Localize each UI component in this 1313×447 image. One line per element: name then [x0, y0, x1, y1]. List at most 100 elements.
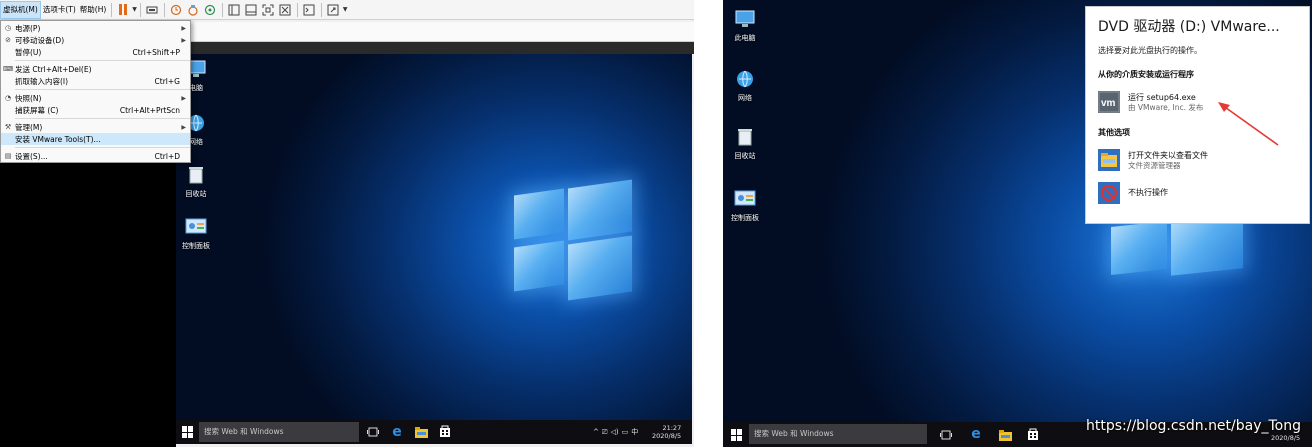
- snapshot-revert-icon[interactable]: [186, 3, 201, 17]
- console-view-icon[interactable]: [302, 3, 317, 17]
- view-thumbnail-icon[interactable]: [244, 3, 259, 17]
- desktop-icon-label: 控制面板: [182, 242, 210, 250]
- edge-browser-icon[interactable]: e: [390, 424, 404, 440]
- annotation-arrow-icon: [1218, 102, 1279, 146]
- menu-item-capture-screen[interactable]: 捕获屏幕 (C) Ctrl+Alt+PrtScn: [1, 104, 190, 116]
- section-install-heading: 从你的介质安装或运行程序: [1098, 70, 1194, 79]
- desktop-icon-label: 回收站: [185, 190, 207, 198]
- menu-help[interactable]: 帮助(H): [78, 1, 109, 19]
- recycle-bin-icon: [734, 126, 756, 148]
- menu-item-shortcut: Ctrl+G: [154, 76, 180, 86]
- menu-item-install-vmware-tools[interactable]: 安装 VMware Tools(T)...: [1, 133, 190, 145]
- taskbar-clock[interactable]: 21:27 2020/8/5: [652, 424, 681, 440]
- menu-item-settings[interactable]: ▤ 设置(S)... Ctrl+D: [1, 150, 190, 162]
- task-view-icon[interactable]: [366, 425, 380, 439]
- desktop-icon-recycle-bin[interactable]: 回收站: [725, 126, 765, 161]
- guest-desktop[interactable]: 电脑 网络 回收站 控制面板: [176, 54, 692, 420]
- computer-icon: [734, 8, 756, 30]
- menu-tabs[interactable]: 选项卡(T): [41, 1, 78, 19]
- recycle-bin-icon: [185, 164, 207, 186]
- unity-mode-icon[interactable]: [278, 3, 293, 17]
- menu-item-grab-input[interactable]: 抓取输入内容(I) Ctrl+G: [1, 75, 190, 87]
- volume-icon[interactable]: ◁): [610, 428, 618, 436]
- removable-devices-icon: ⊘: [5, 36, 11, 44]
- autoplay-title: DVD 驱动器 (D:) VMware...: [1098, 19, 1280, 35]
- vmware-icon: vm: [1098, 91, 1120, 113]
- file-explorer-icon: [1098, 149, 1120, 171]
- desktop-icon-label: 回收站: [734, 152, 756, 160]
- option-run-publisher: 由 VMware, Inc. 发布: [1128, 103, 1204, 112]
- network-icon: [734, 68, 756, 90]
- menu-separator: [15, 89, 190, 90]
- store-icon[interactable]: [1026, 427, 1040, 441]
- guest-screen-autoplay: 此电脑 网络 回收站 控制面板 DVD 驱动器 (D:) VMware... 选…: [723, 0, 1312, 447]
- menu-item-manage[interactable]: ⚒ 管理(M) ▶: [1, 121, 190, 133]
- vm-tab-strip: [190, 22, 694, 42]
- menu-item-shortcut: Ctrl+D: [154, 151, 180, 161]
- taskbar-clock[interactable]: 2020/8/5: [1271, 434, 1300, 442]
- desktop-icon-control-panel[interactable]: 控制面板: [725, 188, 765, 223]
- snapshot-icon: ◔: [4, 94, 12, 102]
- control-panel-icon: [734, 188, 756, 210]
- menu-item-send-ctrl-alt-del[interactable]: ⌨ 发送 Ctrl+Alt+Del(E): [1, 63, 190, 75]
- menu-separator: [15, 147, 190, 148]
- tray-chevron-icon[interactable]: ^: [593, 428, 599, 436]
- menu-item-power[interactable]: ◷ 电源(P) ▶: [1, 22, 190, 34]
- submenu-arrow-icon: ▶: [181, 36, 186, 44]
- full-screen-icon[interactable]: [261, 3, 276, 17]
- ime-indicator[interactable]: 中: [631, 427, 638, 437]
- vmware-window: 虚拟机(M) 选项卡(T) 帮助(H) ▼ ▼ 电脑 网络 回收站 控制面板 搜…: [0, 0, 694, 447]
- file-explorer-icon[interactable]: [414, 425, 428, 439]
- desktop-icon-label: 此电脑: [734, 34, 756, 42]
- edge-browser-icon[interactable]: e: [969, 426, 983, 442]
- toolbar-divider: [320, 2, 322, 17]
- desktop-icon-label: 电脑: [189, 84, 203, 92]
- menu-item-label: 可移动设备(D): [15, 35, 65, 45]
- pause-icon[interactable]: [116, 3, 130, 17]
- desktop-icon-recycle-bin[interactable]: 回收站: [176, 164, 216, 199]
- send-ctrl-alt-del-icon[interactable]: [145, 3, 160, 17]
- vm-dropdown-menu: ◷ 电源(P) ▶ ⊘ 可移动设备(D) ▶ 暂停(U) Ctrl+Shift+…: [0, 20, 191, 163]
- guest-desktop[interactable]: 此电脑 网络 回收站 控制面板 DVD 驱动器 (D:) VMware... 选…: [723, 0, 1312, 422]
- store-icon[interactable]: [438, 424, 452, 438]
- start-button-icon[interactable]: [731, 429, 743, 441]
- file-explorer-icon[interactable]: [998, 428, 1012, 442]
- menu-item-label: 发送 Ctrl+Alt+Del(E): [15, 64, 92, 74]
- desktop-icon-label: 网络: [738, 94, 752, 102]
- send-keys-icon: ⌨: [2, 65, 14, 73]
- settings-icon: ▤: [4, 152, 12, 160]
- menu-vm[interactable]: 虚拟机(M): [0, 0, 41, 19]
- desktop-icon-label: 网络: [189, 138, 203, 146]
- snapshot-manager-icon[interactable]: [203, 3, 218, 17]
- autoplay-subtitle: 选择要对此光盘执行的操作。: [1098, 46, 1202, 55]
- desktop-icon-this-pc[interactable]: 此电脑: [725, 8, 765, 43]
- toolbar-divider: [163, 2, 165, 17]
- task-view-icon[interactable]: [939, 428, 953, 442]
- menu-item-snapshot[interactable]: ◔ 快照(N) ▶: [1, 92, 190, 104]
- desktop-icon-control-panel[interactable]: 控制面板: [176, 216, 216, 251]
- autoplay-dialog: DVD 驱动器 (D:) VMware... 选择要对此光盘执行的操作。 从你的…: [1085, 6, 1310, 224]
- desktop-icon-label: 控制面板: [731, 214, 759, 222]
- stretch-dropdown-icon[interactable]: ▼: [343, 6, 348, 13]
- taskbar-search-box[interactable]: 搜索 Web 和 Windows: [749, 424, 927, 444]
- toolbar-divider: [221, 2, 223, 17]
- power-icon: ◷: [4, 24, 12, 32]
- pause-dropdown-icon[interactable]: ▼: [132, 6, 137, 13]
- menu-item-removable-devices[interactable]: ⊘ 可移动设备(D) ▶: [1, 34, 190, 46]
- clock-date: 2020/8/5: [1271, 434, 1301, 442]
- vm-console-header: [190, 42, 694, 54]
- snapshot-take-icon[interactable]: [169, 3, 184, 17]
- view-library-icon[interactable]: [227, 3, 242, 17]
- control-panel-icon: [185, 216, 207, 238]
- network-status-icon[interactable]: ⎚: [602, 428, 608, 437]
- stretch-view-icon[interactable]: [326, 3, 341, 17]
- desktop-icon-network[interactable]: 网络: [725, 68, 765, 103]
- taskbar-search-box[interactable]: 搜索 Web 和 Windows: [199, 422, 359, 442]
- submenu-arrow-icon: ▶: [181, 94, 186, 102]
- start-button-icon[interactable]: [182, 426, 194, 438]
- no-action-icon: [1098, 182, 1120, 204]
- clock-time: 21:27: [662, 424, 682, 432]
- menu-item-pause[interactable]: 暂停(U) Ctrl+Shift+P: [1, 46, 190, 58]
- action-center-icon[interactable]: ▭: [622, 428, 629, 436]
- option-no-action[interactable]: 不执行操作: [1098, 182, 1298, 208]
